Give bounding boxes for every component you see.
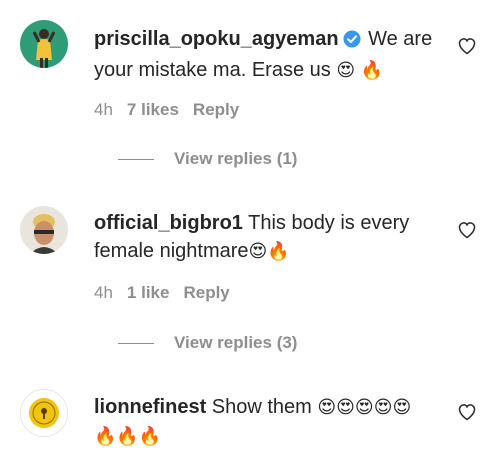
reply-button[interactable]: Reply bbox=[183, 283, 229, 302]
comment-meta: 4h 1 like Reply bbox=[94, 282, 244, 304]
comment-text: priscilla_opoku_agyeman We are your mist… bbox=[94, 25, 450, 85]
comment-username[interactable]: official_bigbro1 bbox=[94, 212, 243, 234]
comment-text: lionnefinest Show them 😍😍😍😍😍 🔥🔥🔥 bbox=[94, 393, 450, 451]
comment-emoji: 😍😍😍😍😍 bbox=[317, 397, 412, 418]
avatar[interactable] bbox=[20, 206, 68, 254]
comment-body: Show them bbox=[206, 396, 318, 418]
like-heart-icon[interactable] bbox=[457, 402, 477, 422]
comment-emoji: 😍 🔥 bbox=[336, 60, 384, 81]
view-replies-label: View replies (3) bbox=[174, 333, 298, 352]
comment-text: official_bigbro1 This body is every fema… bbox=[94, 209, 450, 266]
comment-username[interactable]: priscilla_opoku_agyeman bbox=[94, 28, 339, 50]
divider-line bbox=[118, 343, 154, 345]
likes-count[interactable]: 1 like bbox=[127, 283, 170, 302]
comment-time: 4h bbox=[94, 283, 113, 302]
reply-button[interactable]: Reply bbox=[193, 100, 239, 119]
comment-emoji-line2: 🔥🔥🔥 bbox=[94, 426, 162, 447]
comment-time: 4h bbox=[94, 100, 113, 119]
like-heart-icon[interactable] bbox=[457, 220, 477, 240]
comment-meta: 4h 7 likes Reply bbox=[94, 99, 253, 121]
view-replies-button[interactable]: View replies (1) bbox=[118, 148, 297, 170]
comment-username[interactable]: lionnefinest bbox=[94, 396, 206, 418]
likes-count[interactable]: 7 likes bbox=[127, 100, 179, 119]
like-heart-icon[interactable] bbox=[457, 36, 477, 56]
view-replies-label: View replies (1) bbox=[174, 149, 298, 168]
comment-emoji: 😍🔥 bbox=[248, 241, 290, 262]
divider-line bbox=[118, 159, 154, 161]
verified-badge-icon bbox=[343, 28, 361, 56]
avatar[interactable] bbox=[20, 389, 68, 437]
view-replies-button[interactable]: View replies (3) bbox=[118, 332, 297, 354]
avatar[interactable] bbox=[20, 20, 68, 68]
